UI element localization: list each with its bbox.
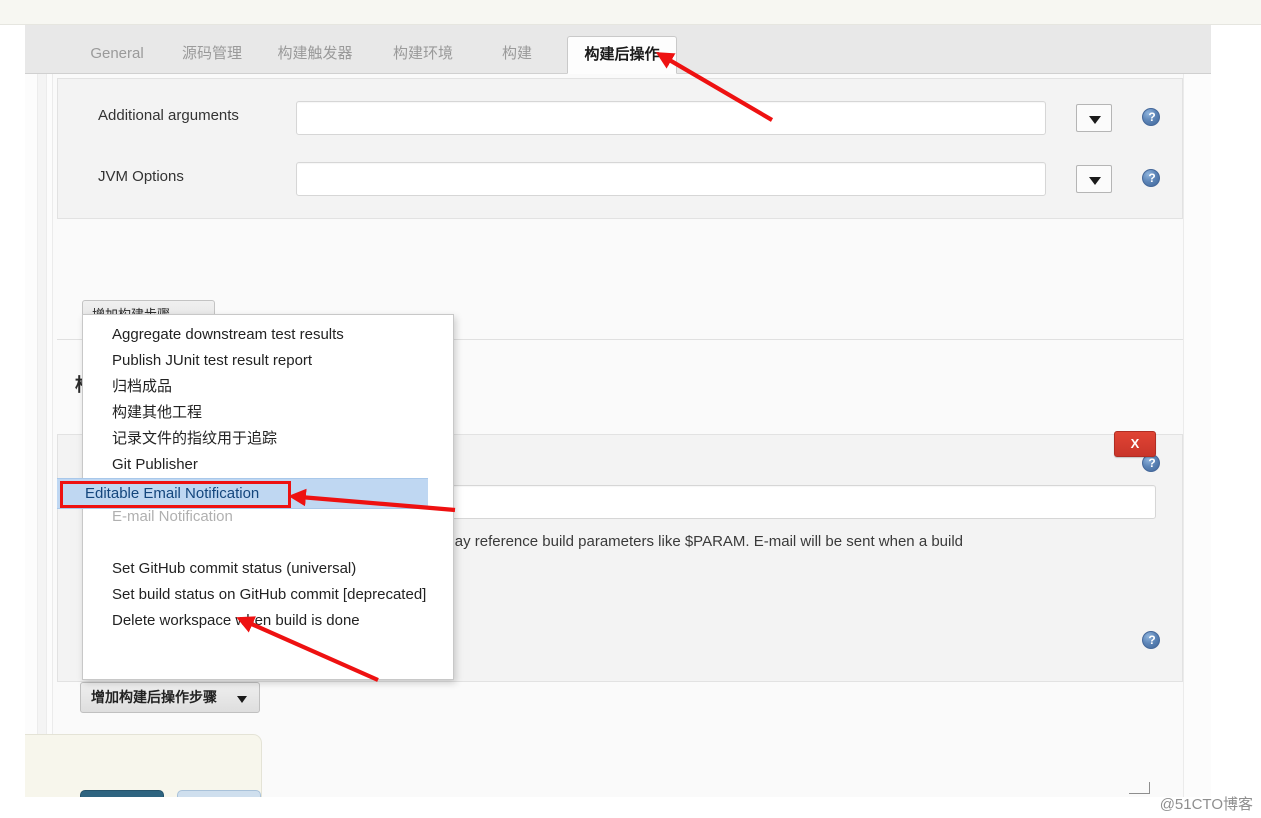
help-icon-jvm-options[interactable] — [1142, 169, 1161, 188]
form-row-jvm-options: JVM Options — [58, 162, 1182, 210]
menu-item-aggregate-downstream-test-results[interactable]: Aggregate downstream test results — [84, 322, 452, 348]
caret-down-icon — [237, 696, 247, 703]
tab-build[interactable]: 构建 — [487, 36, 547, 74]
input-additional-arguments[interactable] — [296, 101, 1046, 135]
tab-build-env[interactable]: 构建环境 — [380, 36, 466, 74]
menu-item-publish-junit-test-result-report[interactable]: Publish JUnit test result report — [84, 348, 452, 374]
tab-post-build-actions[interactable]: 构建后操作 — [567, 36, 677, 74]
chevron-down-icon-jvm-options[interactable] — [1076, 165, 1112, 193]
config-tab-bar: General 源码管理 构建触发器 构建环境 构建 构建后操作 — [25, 25, 1211, 74]
menu-item-set-github-commit-status-universal[interactable]: Set GitHub commit status (universal) — [84, 556, 452, 582]
config-form-scroll-region: Additional arguments JVM Options 增加构建步骤 … — [25, 74, 1211, 797]
sticky-save-bar: 保存 应用 — [25, 734, 262, 797]
add-post-build-action-label: 增加构建后操作步骤 — [91, 689, 217, 705]
right-gutter — [1183, 74, 1211, 797]
add-post-build-action-button[interactable]: 增加构建后操作步骤 — [80, 682, 260, 713]
help-icon-email-row-3[interactable] — [1142, 631, 1161, 650]
input-jvm-options[interactable] — [296, 162, 1046, 196]
build-env-panel: Additional arguments JVM Options — [57, 78, 1183, 219]
left-gutter-rail — [37, 74, 47, 797]
save-button[interactable]: 保存 — [80, 790, 164, 797]
chevron-down-icon-additional-arguments[interactable] — [1076, 104, 1112, 132]
left-gutter — [25, 74, 53, 797]
watermark-tick-horizontal — [1129, 793, 1149, 794]
menu-item-build-other-projects[interactable]: 构建其他工程 — [84, 400, 452, 426]
menu-item-git-publisher[interactable]: Git Publisher — [84, 452, 452, 478]
apply-button[interactable]: 应用 — [177, 790, 261, 797]
watermark-tick-vertical — [1149, 782, 1150, 794]
watermark: @51CTO博客 — [1159, 796, 1253, 813]
browser-top-strip — [0, 0, 1261, 25]
tab-general[interactable]: General — [72, 36, 162, 74]
tab-scm[interactable]: 源码管理 — [169, 36, 255, 74]
help-icon-additional-arguments[interactable] — [1142, 108, 1161, 127]
menu-item-set-build-status-github-deprecated[interactable]: Set build status on GitHub commit [depre… — [84, 582, 452, 608]
menu-item-record-fingerprints[interactable]: 记录文件的指纹用于追踪 — [84, 426, 452, 452]
annotation-highlight-box — [60, 481, 291, 508]
menu-item-archive-artifacts[interactable]: 归档成品 — [84, 374, 452, 400]
tab-build-trigger[interactable]: 构建触发器 — [263, 36, 367, 74]
delete-post-build-action-button[interactable]: X — [1114, 431, 1156, 457]
menu-item-delete-workspace-when-build-done[interactable]: Delete workspace when build is done — [84, 608, 452, 634]
form-row-additional-arguments: Additional arguments — [58, 101, 1182, 149]
